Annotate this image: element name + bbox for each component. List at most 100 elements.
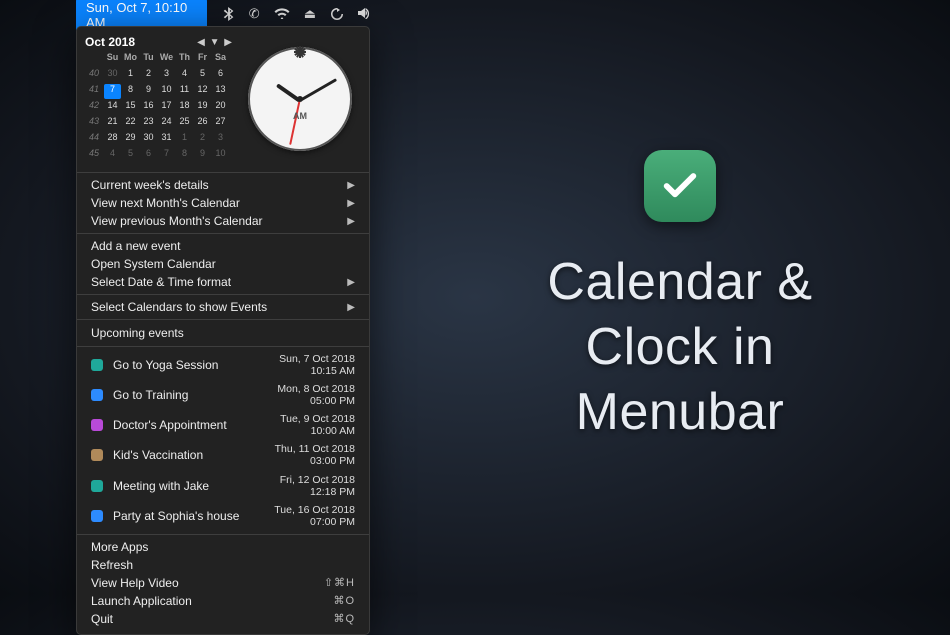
- menu-action-item[interactable]: Select Date & Time format▶: [77, 273, 369, 291]
- menu-item-label: Select Calendars to show Events: [91, 300, 267, 314]
- mini-calendar[interactable]: Oct 2018 ◀ ▼ ▶ SuMoTuWeThFrSa40301234564…: [85, 35, 233, 163]
- calendar-day-cell[interactable]: 19: [194, 100, 211, 115]
- event-row[interactable]: Go to Training Mon, 8 Oct 2018 05:00 PM: [77, 380, 369, 410]
- calendar-day-cell[interactable]: 7: [104, 84, 121, 99]
- menu-app-item[interactable]: Launch Application ⌘O: [77, 592, 369, 610]
- calendar-day-cell[interactable]: 4: [176, 68, 193, 83]
- menu-app-item[interactable]: View Help Video⇧⌘H: [77, 574, 369, 592]
- calendar-day-cell[interactable]: 13: [212, 84, 229, 99]
- calendar-day-cell[interactable]: 10: [158, 84, 175, 99]
- event-color-swatch: [91, 449, 103, 461]
- calendar-day-cell[interactable]: 7: [158, 148, 175, 163]
- calendar-day-cell[interactable]: 11: [176, 84, 193, 99]
- calendar-day-cell[interactable]: 8: [176, 148, 193, 163]
- menu-app-item[interactable]: Quit⌘Q: [77, 610, 369, 628]
- calendar-day-cell[interactable]: 10: [212, 148, 229, 163]
- event-title: Kid's Vaccination: [113, 448, 265, 462]
- event-datetime: Tue, 16 Oct 2018 07:00 PM: [274, 504, 355, 528]
- event-row[interactable]: Party at Sophia's house Tue, 16 Oct 2018 …: [77, 501, 369, 531]
- calendar-day-cell[interactable]: 6: [140, 148, 157, 163]
- event-datetime: Fri, 12 Oct 2018 12:18 PM: [280, 474, 355, 498]
- calendar-day-cell[interactable]: 29: [122, 132, 139, 147]
- event-title: Doctor's Appointment: [113, 418, 270, 432]
- calendar-day-cell[interactable]: 9: [194, 148, 211, 163]
- menu-action-item[interactable]: Open System Calendar: [77, 255, 369, 273]
- calendar-day-cell[interactable]: 3: [212, 132, 229, 147]
- calendar-day-cell[interactable]: 17: [158, 100, 175, 115]
- calendar-day-cell[interactable]: 2: [140, 68, 157, 83]
- calendar-day-cell[interactable]: 27: [212, 116, 229, 131]
- submenu-arrow-icon: ▶: [347, 198, 355, 209]
- wifi-icon[interactable]: [274, 7, 290, 23]
- calendar-day-cell[interactable]: 22: [122, 116, 139, 131]
- menu-action-item[interactable]: Add a new event: [77, 237, 369, 255]
- event-datetime: Sun, 7 Oct 2018 10:15 AM: [279, 353, 355, 377]
- event-title: Go to Yoga Session: [113, 358, 269, 372]
- menu-nav-item[interactable]: View next Month's Calendar▶: [77, 194, 369, 212]
- calendar-day-header: We: [158, 52, 175, 67]
- calendar-day-cell[interactable]: 20: [212, 100, 229, 115]
- calendar-week-number: 42: [85, 100, 103, 115]
- menu-app-item[interactable]: Refresh: [77, 556, 369, 574]
- menu-item-label: Refresh: [91, 558, 133, 572]
- calendar-day-cell[interactable]: 26: [194, 116, 211, 131]
- calendar-day-header: Tu: [140, 52, 157, 67]
- calendar-day-cell[interactable]: 30: [104, 68, 121, 83]
- calendar-day-cell[interactable]: 2: [194, 132, 211, 147]
- calendar-day-cell[interactable]: 21: [104, 116, 121, 131]
- menu-item-label: Current week's details: [91, 178, 209, 192]
- eject-icon[interactable]: ⏏: [304, 7, 316, 23]
- calendar-day-cell[interactable]: 24: [158, 116, 175, 131]
- menu-filter-item[interactable]: Select Calendars to show Events▶: [77, 298, 369, 316]
- event-row[interactable]: Doctor's Appointment Tue, 9 Oct 2018 10:0…: [77, 410, 369, 440]
- calendar-day-cell[interactable]: 15: [122, 100, 139, 115]
- calendar-day-cell[interactable]: 12: [194, 84, 211, 99]
- calendar-day-cell[interactable]: 30: [140, 132, 157, 147]
- event-row[interactable]: Kid's VaccinationThu, 11 Oct 2018 03:00 …: [77, 440, 369, 470]
- calendar-day-cell[interactable]: 31: [158, 132, 175, 147]
- event-title: Go to Training: [113, 388, 267, 402]
- menu-item-label: View previous Month's Calendar: [91, 214, 263, 228]
- event-datetime: Mon, 8 Oct 2018 05:00 PM: [277, 383, 355, 407]
- calendar-day-cell[interactable]: 1: [122, 68, 139, 83]
- menu-app-item[interactable]: More Apps: [77, 538, 369, 556]
- calendar-nav-arrows[interactable]: ◀ ▼ ▶: [197, 37, 233, 48]
- event-row[interactable]: Meeting with JakeFri, 12 Oct 2018 12:18 …: [77, 471, 369, 501]
- menu-item-label: Select Date & Time format: [91, 275, 231, 289]
- event-datetime: Tue, 9 Oct 2018 10:00 AM: [280, 413, 355, 437]
- calendar-day-cell[interactable]: 5: [194, 68, 211, 83]
- calendar-day-cell[interactable]: 9: [140, 84, 157, 99]
- calendar-week-number: 41: [85, 84, 103, 99]
- calendar-day-cell[interactable]: 4: [104, 148, 121, 163]
- app-icon: [644, 150, 716, 222]
- event-title: Party at Sophia's house: [113, 509, 264, 523]
- calendar-day-header: Fr: [194, 52, 211, 67]
- calendar-day-header: Sa: [212, 52, 229, 67]
- calendar-day-cell[interactable]: 28: [104, 132, 121, 147]
- menu-shortcut: ⇧⌘H: [324, 576, 355, 589]
- calendar-day-cell[interactable]: 23: [140, 116, 157, 131]
- calendar-day-header: Th: [176, 52, 193, 67]
- event-color-swatch: [91, 480, 103, 492]
- calendar-day-cell[interactable]: 1: [176, 132, 193, 147]
- menu-nav-item[interactable]: View previous Month's Calendar▶: [77, 212, 369, 230]
- menu-nav-item[interactable]: Current week's details▶: [77, 176, 369, 194]
- bluetooth-icon[interactable]: [223, 7, 235, 23]
- calendar-day-cell[interactable]: 6: [212, 68, 229, 83]
- phone-icon[interactable]: ✆: [249, 7, 260, 23]
- calendar-day-cell[interactable]: 3: [158, 68, 175, 83]
- menu-shortcut: ⌘O: [333, 594, 355, 607]
- menu-shortcut: ⌘Q: [333, 612, 355, 625]
- calendar-day-cell[interactable]: 8: [122, 84, 139, 99]
- calendar-day-cell[interactable]: 25: [176, 116, 193, 131]
- calendar-week-number: 40: [85, 68, 103, 83]
- volume-icon[interactable]: [358, 7, 374, 23]
- calendar-day-cell[interactable]: 14: [104, 100, 121, 115]
- timemachine-icon[interactable]: [330, 7, 344, 23]
- menubar-status-icons: ✆ ⏏: [223, 7, 374, 23]
- calendar-day-cell[interactable]: 16: [140, 100, 157, 115]
- event-row[interactable]: Go to Yoga Session Sun, 7 Oct 2018 10:15 …: [77, 350, 369, 380]
- calendar-day-cell[interactable]: 18: [176, 100, 193, 115]
- calendar-day-cell[interactable]: 5: [122, 148, 139, 163]
- menu-item-label: Launch Application: [91, 594, 192, 608]
